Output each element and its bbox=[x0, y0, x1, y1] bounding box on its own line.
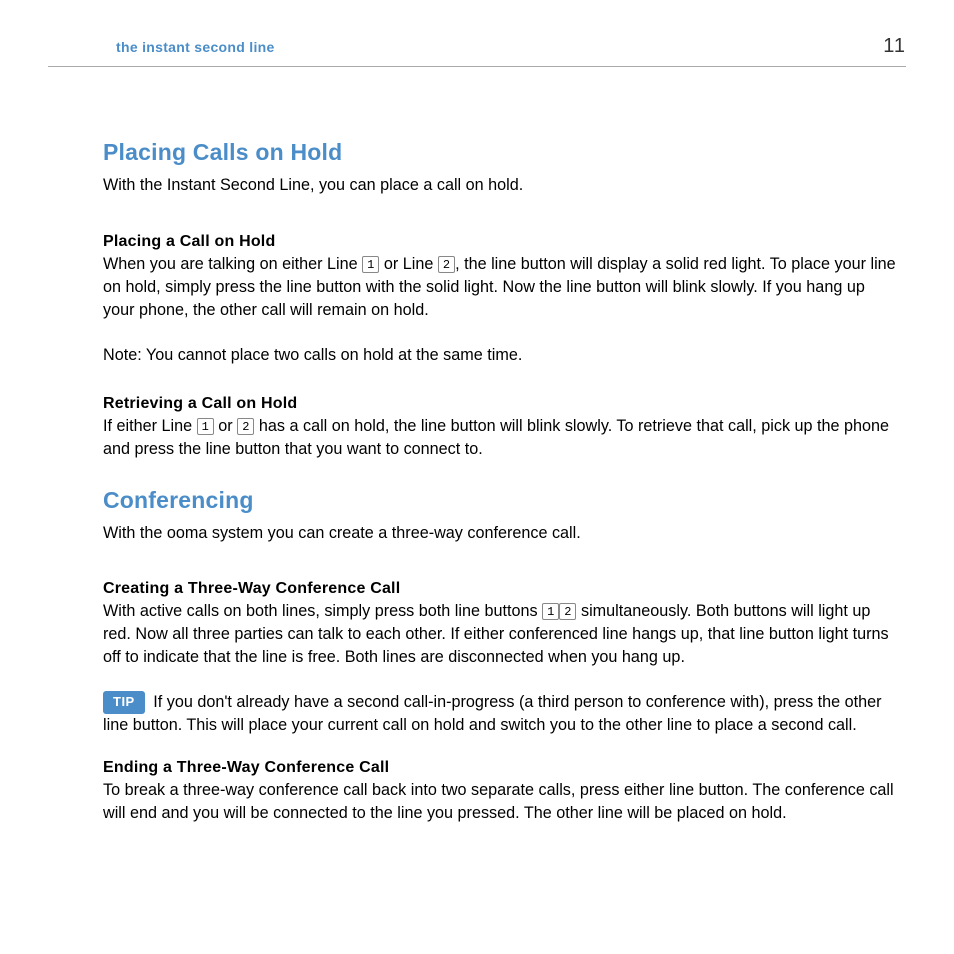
line-2-icon: 2 bbox=[438, 256, 455, 273]
subheading-ending-conference: Ending a Three-Way Conference Call bbox=[103, 759, 896, 777]
page: the instant second line 11 Placing Calls… bbox=[0, 0, 954, 887]
tip-text: If you don't already have a second call-… bbox=[103, 693, 882, 734]
body-text: To break a three-way conference call bac… bbox=[103, 779, 896, 825]
page-header: the instant second line 11 bbox=[48, 35, 906, 67]
text-fragment: or bbox=[214, 417, 237, 435]
page-number: 11 bbox=[883, 35, 906, 58]
tip-badge: TIP bbox=[103, 691, 145, 713]
body-text: With active calls on both lines, simply … bbox=[103, 600, 896, 669]
intro-text: With the ooma system you can create a th… bbox=[103, 522, 896, 545]
text-fragment: When you are talking on either Line bbox=[103, 255, 362, 273]
text-fragment: or Line bbox=[379, 255, 438, 273]
intro-text: With the Instant Second Line, you can pl… bbox=[103, 174, 896, 197]
text-fragment: If either Line bbox=[103, 417, 197, 435]
body-text: If either Line 1 or 2 has a call on hold… bbox=[103, 415, 896, 461]
text-fragment: With active calls on both lines, simply … bbox=[103, 602, 542, 620]
line-2-icon: 2 bbox=[237, 418, 254, 435]
header-section-title: the instant second line bbox=[116, 39, 275, 55]
page-content: Placing Calls on Hold With the Instant S… bbox=[103, 139, 896, 825]
subheading-placing-a-call: Placing a Call on Hold bbox=[103, 233, 896, 251]
line-2-icon: 2 bbox=[559, 603, 576, 620]
tip-paragraph: TIP If you don't already have a second c… bbox=[103, 691, 896, 737]
note-text: Note: You cannot place two calls on hold… bbox=[103, 344, 896, 367]
line-1-icon: 1 bbox=[197, 418, 214, 435]
heading-placing-calls-on-hold: Placing Calls on Hold bbox=[103, 139, 896, 166]
line-1-icon: 1 bbox=[362, 256, 379, 273]
subheading-retrieving-a-call: Retrieving a Call on Hold bbox=[103, 395, 896, 413]
body-text: When you are talking on either Line 1 or… bbox=[103, 253, 896, 322]
line-1-icon: 1 bbox=[542, 603, 559, 620]
heading-conferencing: Conferencing bbox=[103, 487, 896, 514]
subheading-creating-conference: Creating a Three-Way Conference Call bbox=[103, 580, 896, 598]
